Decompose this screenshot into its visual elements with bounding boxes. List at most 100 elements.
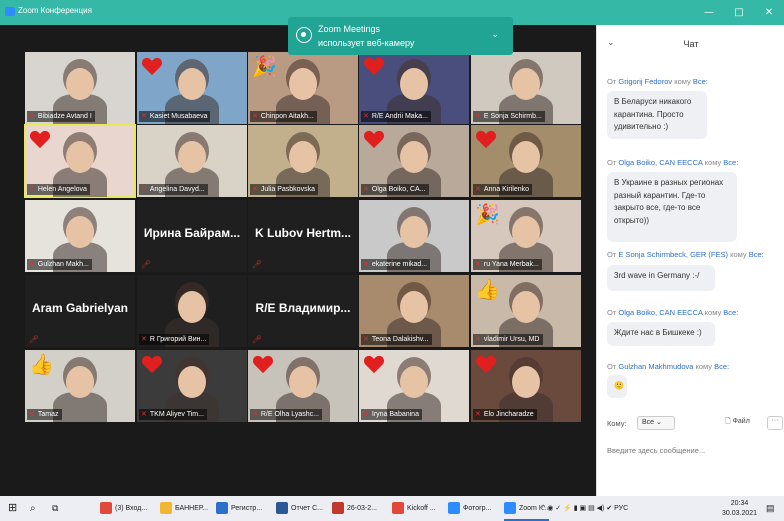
muted-mic-icon: ✕ [363, 113, 369, 120]
participant-tile[interactable]: ✕ ekaterine mikad... [359, 200, 469, 272]
participant-tile[interactable]: ✕ Angelina Davyd... [137, 125, 247, 197]
participant-name: E Sonja Schirmb... [483, 113, 542, 120]
heart-reaction-icon [363, 57, 385, 76]
banner-title: Zoom Meetings [318, 24, 381, 34]
muted-mic-icon: ✕ [141, 186, 147, 193]
app-label: Kickoff ... [407, 505, 436, 512]
app-icon [276, 502, 288, 515]
participant-tile[interactable]: ✕ Kasiet Musabaeva [137, 52, 247, 124]
participant-name-label: ✕ Anna Kirilenko [473, 184, 533, 195]
to-word: кому [730, 250, 747, 259]
participant-tile[interactable]: ✕ TKM Aliyev Tim... [137, 350, 247, 422]
app-icon [100, 502, 112, 515]
task-view-icon[interactable]: ⧉ [52, 496, 58, 521]
participant-tile[interactable]: ✕ Gulzhan Makh... [25, 200, 135, 272]
app-icon [392, 502, 404, 515]
participant-tile[interactable]: ✕ Olga Boiko, CA... [359, 125, 469, 197]
heart-reaction-icon [363, 130, 385, 149]
maximize-button[interactable]: □ [724, 0, 754, 25]
banner-text: использует веб-камеру [318, 38, 415, 48]
to-word: кому [674, 77, 691, 86]
recipient-name: Все: [723, 308, 739, 317]
sender-name[interactable]: Olga Boiko, CAN EECCA [618, 308, 702, 317]
participant-tile[interactable]: ✕ Helen Angelova [24, 124, 136, 198]
participant-name: Anna Kirilenko [483, 186, 530, 193]
participant-tile[interactable]: Ирина Байрам... 🎤︎ [137, 200, 247, 272]
participant-tile[interactable]: ✕ E Sonja Schirmb... [471, 52, 581, 124]
participant-name: Teona Dalakishv... [371, 336, 429, 343]
participant-face [66, 68, 94, 100]
system-tray[interactable]: ^ ◉ ✓ ⚡ ▮ ▣ ▤ ◀) ✔ РУС [542, 496, 628, 521]
participant-name: Angelina Davyd... [149, 186, 205, 193]
sender-name[interactable]: Gulzhan Makhmudova [618, 362, 693, 371]
recipient-select[interactable]: Все ⌄ [637, 416, 675, 430]
from-prefix: От [607, 362, 617, 371]
sender-name[interactable]: Grigorij Fedorov [618, 77, 672, 86]
camera-usage-banner[interactable]: Zoom Meetings использует веб-камеру ⌄ [288, 17, 513, 55]
chevron-down-icon[interactable]: ⌄ [491, 29, 499, 40]
participant-name-label: ✕ ru Yana Merbak... [473, 259, 542, 270]
windows-start-icon[interactable]: ⊞ [8, 496, 17, 521]
chat-message-input[interactable] [607, 443, 777, 457]
sender-name[interactable]: E Sonja Schirmbeck, GER (FES) [618, 250, 728, 259]
participant-name-label: ✕ Gulzhan Makh... [27, 259, 92, 270]
participant-name: Gulzhan Makh... [37, 261, 89, 268]
muted-mic-icon: ✕ [363, 411, 369, 418]
taskbar-app-button[interactable]: Kickoff ... [392, 496, 436, 521]
minimize-button[interactable]: — [694, 0, 724, 25]
participant-tile[interactable]: ✕ R/E Andrii Maka... [359, 52, 469, 124]
from-prefix: От [607, 250, 617, 259]
participant-tile[interactable]: ✕ R Григорий Вин... [137, 275, 247, 347]
file-button[interactable]: 🗋 Файл [725, 417, 750, 428]
search-icon[interactable]: ⌕ [30, 496, 36, 521]
participant-name-label: ✕ Elo Jincharadze [473, 409, 537, 420]
taskbar-app-button[interactable]: (3) Вход... [100, 496, 147, 521]
participant-tile[interactable]: ✕ R/E Olha Lyashc... [248, 350, 358, 422]
chat-message-sender: От E Sonja Schirmbeck, GER (FES) кому Вс… [607, 250, 764, 259]
taskbar-app-button[interactable]: 26-03-2... [332, 496, 377, 521]
system-clock[interactable]: 20:34 30.03.2021 [722, 499, 757, 519]
participant-face [400, 141, 428, 173]
participant-name: Kasiet Musabaeva [149, 113, 208, 120]
participant-name-label: ✕ R/E Andrii Maka... [361, 111, 431, 122]
chat-header: ⌄ Чат [597, 25, 784, 63]
participant-tile[interactable]: ✕ Julia Pasbkovska [248, 125, 358, 197]
participant-name-label: ✕ R/E Olha Lyashc... [250, 409, 322, 420]
participant-tile[interactable]: 🎉 ✕ Chinpon Aitakh... [248, 52, 358, 124]
to-word: кому [695, 362, 713, 371]
close-button[interactable]: ✕ [754, 0, 784, 25]
participant-tile[interactable]: ✕ Anna Kirilenko [471, 125, 581, 197]
chat-message-bubble: В Украине в разных регионах разный каран… [607, 172, 737, 242]
participant-face [66, 216, 94, 248]
participant-name-label: ✕ Bibiadze Avtand I [27, 111, 95, 122]
muted-mic-icon: 🎤︎ [141, 260, 152, 269]
participant-tile[interactable]: 👍 ✕ vladimir Ursu, MD [471, 275, 581, 347]
participant-name: Bibiadze Avtand I [37, 113, 92, 120]
participant-face [289, 68, 317, 100]
taskbar-app-button[interactable]: БАННЕР... [160, 496, 208, 521]
participant-tile[interactable]: K Lubov Hertm... 🎤︎ [248, 200, 358, 272]
recipient-name: Все: [723, 158, 739, 167]
participant-name: Tamaz [37, 411, 59, 418]
taskbar-app-button[interactable]: Фотогр... [448, 496, 491, 521]
heart-reaction-icon [141, 355, 163, 374]
participant-tile[interactable]: Aram Gabrielyan 🎤︎ [25, 275, 135, 347]
taskbar-app-button[interactable]: Отчет С... [276, 496, 323, 521]
notifications-icon[interactable]: ▤ [766, 496, 775, 521]
more-options-button[interactable]: ··· [767, 416, 783, 430]
to-label: Кому: [607, 419, 627, 428]
participant-tile[interactable]: ✕ Teona Dalakishv... [359, 275, 469, 347]
taskbar-app-button[interactable]: Регистр... [216, 496, 262, 521]
participant-tile[interactable]: ✕ Bibiadze Avtand I [25, 52, 135, 124]
participant-tile[interactable]: ✕ Iryna Babanina [359, 350, 469, 422]
sender-name[interactable]: Olga Boiko, CAN EECCA [618, 158, 702, 167]
window-title: Zoom Конференция [18, 6, 92, 15]
app-icon [216, 502, 228, 515]
muted-mic-icon: ✕ [475, 261, 481, 268]
participant-tile[interactable]: 🎉 ✕ ru Yana Merbak... [471, 200, 581, 272]
participant-tile[interactable]: ✕ Elo Jincharadze [471, 350, 581, 422]
participant-tile[interactable]: R/E Владимир... 🎤︎ [248, 275, 358, 347]
participant-tile[interactable]: 👍 ✕ Tamaz [25, 350, 135, 422]
participant-name-label: ✕ Tamaz [27, 409, 62, 420]
participant-name: TKM Aliyev Tim... [149, 411, 204, 418]
